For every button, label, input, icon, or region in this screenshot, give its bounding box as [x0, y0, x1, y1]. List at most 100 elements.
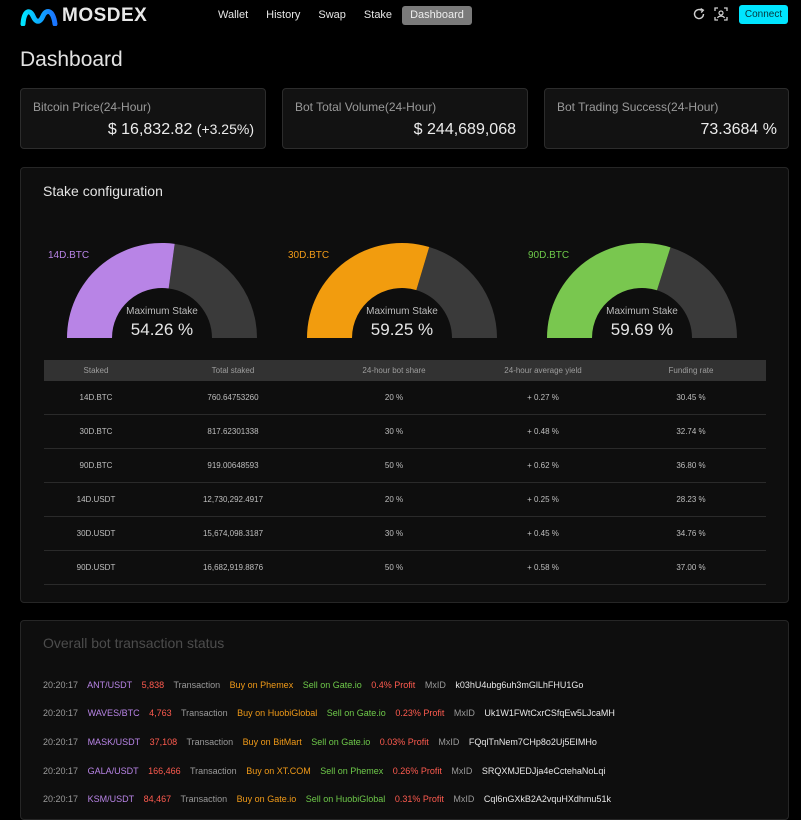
tx-type: Transaction: [180, 708, 228, 718]
cell-share: 30 %: [318, 414, 470, 449]
tx-type: Transaction: [180, 794, 228, 804]
tx-sell: Sell on Gate.io: [302, 680, 362, 690]
gauge-value: 59.69 %: [610, 320, 674, 339]
connect-button[interactable]: Connect: [739, 5, 788, 24]
cell-funding: 37.00 %: [616, 550, 766, 585]
cell-staked: 30D.BTC: [44, 414, 148, 449]
cell-share: 50 %: [318, 550, 470, 585]
tx-amount: 37,108: [149, 737, 178, 747]
cell-funding: 32.74 %: [616, 414, 766, 449]
tx-sell: Sell on Gate.io: [311, 737, 371, 747]
cell-funding: 36.80 %: [616, 448, 766, 483]
tx-profit: 0.31% Profit: [394, 794, 444, 804]
tx-time: 20:20:17: [43, 680, 79, 690]
cell-total: 919.00648593: [148, 448, 318, 483]
tx-mx-label: MxID: [438, 737, 460, 747]
refresh-icon[interactable]: [692, 7, 706, 21]
stat-value: $ 244,689,068: [413, 121, 516, 138]
cell-total: 760.64753260: [148, 381, 318, 415]
col-total-staked: Total staked: [148, 360, 318, 381]
cell-share: 20 %: [318, 381, 470, 415]
tx-pair: KSM/USDT: [87, 794, 135, 804]
gauge-caption: Maximum Stake: [606, 306, 678, 317]
tx-time: 20:20:17: [43, 708, 79, 718]
tx-sell: Sell on Gate.io: [326, 708, 386, 718]
transaction-row: 20:20:17 GALA/USDT 166,466 Transaction B…: [43, 766, 612, 776]
table-row: 90D.USDT 16,682,919.8876 50 % + 0.58 % 3…: [44, 550, 766, 585]
col-bot-share: 24-hour bot share: [318, 360, 470, 381]
cell-yield: + 0.27 %: [470, 381, 616, 415]
cell-staked: 14D.BTC: [44, 381, 148, 415]
tx-type: Transaction: [173, 680, 221, 690]
tx-time: 20:20:17: [43, 794, 79, 804]
tx-pair: GALA/USDT: [87, 766, 139, 776]
col-funding-rate: Funding rate: [616, 360, 766, 381]
tx-pair: ANT/USDT: [87, 680, 133, 690]
table-header-row: Staked Total staked 24-hour bot share 24…: [44, 360, 766, 381]
gauge-value: 54.26 %: [130, 320, 194, 339]
table-row: 14D.USDT 12,730,292.4917 20 % + 0.25 % 2…: [44, 482, 766, 517]
col-average-yield: 24-hour average yield: [470, 360, 616, 381]
col-staked: Staked: [44, 360, 148, 381]
cell-total: 12,730,292.4917: [148, 482, 318, 517]
nav-swap[interactable]: Swap: [310, 6, 354, 25]
cell-yield: + 0.58 %: [470, 550, 616, 585]
top-nav-bar: MOSDEX Wallet History Swap Stake Dashboa…: [0, 0, 801, 32]
tx-pair: MASK/USDT: [87, 737, 141, 747]
tx-profit: 0.23% Profit: [395, 708, 445, 718]
stat-value: 73.3684 %: [700, 121, 777, 138]
table-row: 14D.BTC 760.64753260 20 % + 0.27 % 30.45…: [44, 381, 766, 415]
transaction-row: 20:20:17 ANT/USDT 5,838 Transaction Buy …: [43, 680, 590, 690]
stat-label: Bot Total Volume(24-Hour): [295, 100, 437, 114]
tx-amount: 5,838: [141, 680, 165, 690]
cell-yield: + 0.62 %: [470, 448, 616, 483]
nav-history[interactable]: History: [258, 6, 308, 25]
scan-icon[interactable]: [714, 7, 728, 21]
gauge-30d-btc: 30D.BTC Maximum Stake 59.25 %: [288, 238, 502, 343]
tx-mx-id: k03hU4ubg6uh3mGlLhFHU1Go: [455, 680, 584, 690]
tx-amount: 166,466: [148, 766, 181, 776]
cell-yield: + 0.25 %: [470, 482, 616, 517]
cell-staked: 90D.USDT: [44, 550, 148, 585]
tx-mx-id: Cql6nGXkB2A2vquHXdhmu51k: [483, 794, 611, 804]
tx-mx-label: MxID: [453, 794, 475, 804]
cell-staked: 30D.USDT: [44, 516, 148, 551]
nav-stake[interactable]: Stake: [356, 6, 400, 25]
nav-dashboard[interactable]: Dashboard: [402, 6, 472, 25]
cell-staked: 90D.BTC: [44, 448, 148, 483]
page-title: Dashboard: [20, 48, 123, 71]
tx-buy: Buy on HuobiGlobal: [237, 708, 318, 718]
tx-amount: 4,763: [149, 708, 172, 718]
tx-profit: 0.03% Profit: [379, 737, 429, 747]
table-row: 30D.BTC 817.62301338 30 % + 0.48 % 32.74…: [44, 414, 766, 449]
stake-table: Staked Total staked 24-hour bot share 24…: [44, 360, 766, 585]
cell-total: 817.62301338: [148, 414, 318, 449]
gauge-label: 90D.BTC: [528, 250, 570, 261]
cell-share: 30 %: [318, 516, 470, 551]
cell-funding: 30.45 %: [616, 381, 766, 415]
gauge-90d-btc: 90D.BTC Maximum Stake 59.69 %: [528, 238, 742, 343]
tx-profit: 0.4% Profit: [371, 680, 416, 690]
gauge-caption: Maximum Stake: [366, 306, 438, 317]
stat-label: Bitcoin Price(24-Hour): [33, 100, 152, 114]
cell-total: 16,682,919.8876: [148, 550, 318, 585]
tx-buy: Buy on XT.COM: [246, 766, 311, 776]
tx-type: Transaction: [186, 737, 234, 747]
tx-mx-label: MxID: [424, 680, 446, 690]
brand-logo[interactable]: MOSDEX: [20, 5, 147, 27]
cell-share: 20 %: [318, 482, 470, 517]
cell-yield: + 0.45 %: [470, 516, 616, 551]
tx-profit: 0.26% Profit: [392, 766, 442, 776]
transaction-row: 20:20:17 MASK/USDT 37,108 Transaction Bu…: [43, 737, 604, 747]
stat-card-bitcoin-price: Bitcoin Price(24-Hour) $ 16,832.82 (+3.2…: [20, 88, 266, 149]
table-row: 30D.USDT 15,674,098.3187 30 % + 0.45 % 3…: [44, 516, 766, 551]
nav-wallet[interactable]: Wallet: [210, 6, 256, 25]
table-row: 90D.BTC 919.00648593 50 % + 0.62 % 36.80…: [44, 448, 766, 483]
gauge-label: 30D.BTC: [288, 250, 330, 261]
tx-time: 20:20:17: [43, 766, 79, 776]
tx-mx-id: FQqlTnNem7CHp8o2Uj5EIMHo: [468, 737, 597, 747]
gauge-value: 59.25 %: [370, 320, 434, 339]
cell-total: 15,674,098.3187: [148, 516, 318, 551]
stat-card-bot-volume: Bot Total Volume(24-Hour) $ 244,689,068: [282, 88, 528, 149]
cell-yield: + 0.48 %: [470, 414, 616, 449]
